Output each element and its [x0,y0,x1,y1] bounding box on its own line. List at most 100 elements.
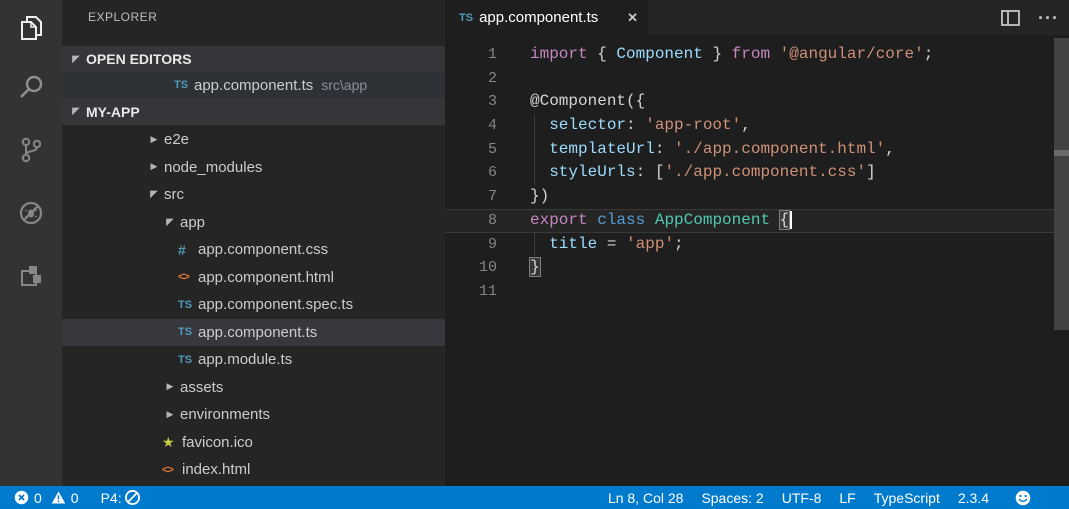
feedback-smiley-icon[interactable] [1015,490,1031,506]
code-line-7: 7}) [445,185,1069,209]
tree-file-index.html[interactable]: <>index.html [62,456,445,484]
activity-item-search[interactable] [0,55,62,118]
tree-file-app.component.spec.ts[interactable]: TSapp.component.spec.ts [62,291,445,319]
code-text: selector: 'app-root', [530,114,751,138]
matched-bracket: { [780,211,790,229]
git-branch-icon [16,135,46,165]
line-number: 2 [445,67,497,91]
open-editor-file: app.component.ts [194,77,313,94]
line-number: 4 [445,114,497,138]
matched-bracket: } [530,258,540,276]
status-cursor-position[interactable]: Ln 8, Col 28 [608,490,684,506]
project-header[interactable]: ◤ MY-APP [62,98,445,125]
tree-item-label: node_modules [164,159,262,176]
activity-item-extensions[interactable] [0,244,62,307]
code-editor[interactable]: 1 import { Component } from '@angular/cor… [445,35,1069,486]
code-line-3: 3@Component({ [445,90,1069,114]
chevron-collapsed-icon[interactable]: ▶ [146,162,162,172]
error-count: 0 [34,490,42,506]
code-line-11: 11 [445,280,1069,304]
split-editor-icon[interactable] [1001,10,1020,26]
status-language-mode[interactable]: TypeScript [874,490,940,506]
prohibited-icon [124,489,141,506]
file-tree: ▶e2e▶node_modules◤src◤app#app.component.… [62,126,445,484]
code-line-10: 10} [445,256,1069,280]
activity-item-debug[interactable] [0,181,62,244]
editor-group: TS app.component.ts ✕ ··· 1 import { Comp… [445,0,1069,486]
tree-file-app.component.css[interactable]: #app.component.css [62,236,445,264]
status-bar: 0 0 P4: Ln 8, Col 28 Spaces: 2 UTF-8 LF Type… [0,486,1069,509]
tree-folder-e2e[interactable]: ▶e2e [62,126,445,154]
tree-folder-node_modules[interactable]: ▶node_modules [62,154,445,182]
ts-file-icon: TS [178,299,196,311]
status-encoding[interactable]: UTF-8 [782,490,822,506]
open-editor-item-app.component.ts[interactable]: TSapp.component.ts src\app [62,72,445,98]
tab-app-component-ts[interactable]: TS app.component.ts ✕ [445,0,648,35]
tree-folder-app[interactable]: ◤app [62,209,445,237]
open-editors-header[interactable]: ◤ OPEN EDITORS [62,46,445,72]
activity-item-source-control[interactable] [0,118,62,181]
search-icon [16,72,46,102]
close-icon[interactable]: ✕ [627,10,638,26]
status-ts-version[interactable]: 2.3.4 [958,490,989,506]
ts-file-icon: TS [174,79,192,91]
tree-file-app.component.html[interactable]: <>app.component.html [62,264,445,292]
sidebar-title: EXPLORER [62,0,445,35]
status-right: Ln 8, Col 28 Spaces: 2 UTF-8 LF TypeScript 2.… [608,490,1069,506]
html-file-icon: <> [178,271,196,283]
line-number: 11 [445,280,497,304]
html-file-icon: <> [162,464,180,476]
tree-item-label: favicon.ico [182,434,253,451]
chevron-collapsed-icon[interactable]: ▶ [162,382,178,392]
tree-file-favicon.ico[interactable]: ★favicon.ico [62,429,445,457]
tab-bar: TS app.component.ts ✕ ··· [445,0,1069,35]
code-text: }) [530,185,549,209]
tree-file-app.module.ts[interactable]: TSapp.module.ts [62,346,445,374]
code-text: import { Component } from '@angular/core… [530,43,933,67]
tree-folder-environments[interactable]: ▶environments [62,401,445,429]
chevron-collapsed-icon[interactable]: ▶ [146,135,162,145]
line-number: 10 [445,256,497,280]
code-lines: 1 import { Component } from '@angular/cor… [445,43,1069,304]
chevron-collapsed-icon[interactable]: ▶ [162,410,178,420]
chevron-expanded-icon[interactable]: ◤ [146,189,162,200]
activity-item-explorer[interactable] [0,0,62,55]
problems-indicator[interactable]: 0 0 [14,490,79,506]
line-number: 5 [445,138,497,162]
code-line-2: 2 [445,67,1069,91]
activity-bar [0,0,62,486]
warning-triangle-icon [51,490,66,505]
code-line-5: 5 templateUrl: './app.component.html', [445,138,1069,162]
status-eol[interactable]: LF [839,490,855,506]
chevron-expanded-icon[interactable]: ◤ [162,217,178,228]
tree-item-label: app [180,214,205,231]
tree-item-label: index.html [182,461,250,478]
perforce-status[interactable]: P4: [101,489,141,506]
code-line-1: 1 import { Component } from '@angular/cor… [445,43,1069,67]
tree-folder-assets[interactable]: ▶assets [62,374,445,402]
code-text: } [530,256,540,280]
status-indentation[interactable]: Spaces: 2 [701,490,763,506]
open-editor-path: src\app [321,77,367,93]
tab-title: app.component.ts [479,9,619,26]
files-icon [16,13,46,43]
tree-item-label: assets [180,379,223,396]
more-actions-icon[interactable]: ··· [1038,13,1059,23]
scrollbar-marker [1054,150,1069,156]
code-line-6: 6 styleUrls: ['./app.component.css'] [445,161,1069,185]
tree-folder-src[interactable]: ◤src [62,181,445,209]
tree-item-label: app.module.ts [198,351,292,368]
typescript-file-icon: TS [459,12,473,24]
line-number: 1 [445,43,497,67]
tree-item-label: app.component.spec.ts [198,296,353,313]
line-number: 8 [445,209,497,233]
perforce-label: P4: [101,490,122,506]
code-text: title = 'app'; [530,233,684,257]
tree-file-app.component.ts[interactable]: TSapp.component.ts [62,319,445,347]
code-line-9: 9 title = 'app'; [445,233,1069,257]
vertical-scrollbar[interactable] [1054,38,1069,330]
error-circle-icon [14,490,29,505]
tree-item-label: app.component.css [198,241,328,258]
tree-item-label: e2e [164,131,189,148]
code-text: export class AppComponent { [530,209,792,233]
